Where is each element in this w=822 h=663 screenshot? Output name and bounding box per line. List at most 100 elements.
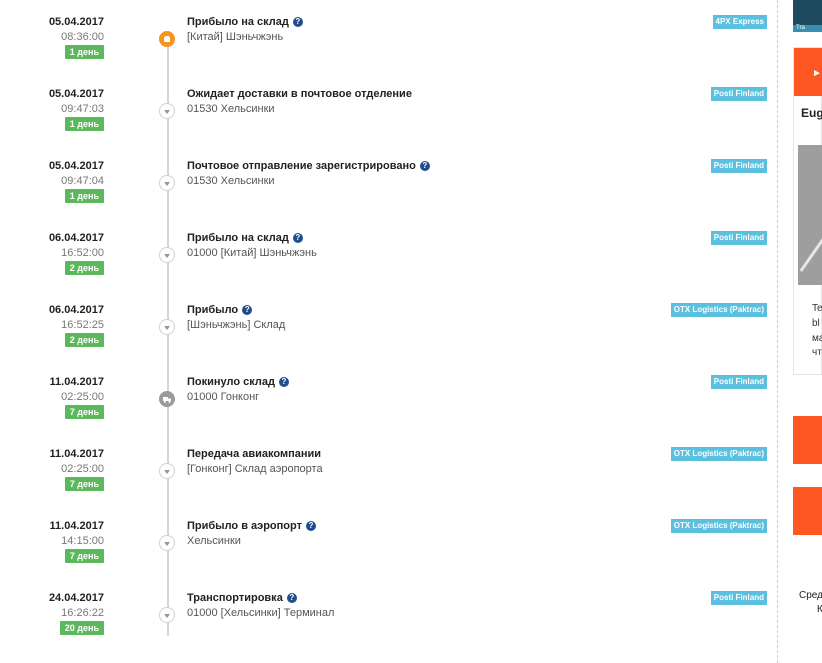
- tracking-event: 11.04.2017 02:25:00 7 день Покинуло склад? 0…: [0, 368, 780, 440]
- event-title: Транспортировка?: [187, 592, 297, 604]
- event-title: Прибыло на склад?: [187, 232, 303, 244]
- event-location: 01530 Хельсинки: [187, 103, 275, 115]
- event-location: 01000 Гонконг: [187, 391, 260, 403]
- event-title: Передача авиакомпании: [187, 448, 321, 460]
- sidebar-caption: Сред: [799, 590, 822, 601]
- carrier-badge[interactable]: OTX Logistics (Paktrac): [670, 447, 767, 461]
- days-badge: 1 день: [64, 45, 104, 59]
- event-title: Почтовое отправление зарегистрировано?: [187, 160, 430, 172]
- days-badge: 1 день: [64, 189, 104, 203]
- event-location: [Китай] Шэньчжэнь: [187, 31, 284, 43]
- event-title-text: Ожидает доставки в почтовое отделение: [187, 88, 412, 100]
- carrier-badge[interactable]: Posti Finland: [710, 375, 767, 389]
- sidebar-caption: К: [817, 604, 822, 615]
- tracking-event: 06.04.2017 16:52:00 2 день Прибыло на склад…: [0, 224, 780, 296]
- event-time: 02:25:00: [61, 463, 104, 475]
- carrier-badge[interactable]: OTX Logistics (Paktrac): [670, 303, 767, 317]
- promo-button[interactable]: [793, 416, 822, 464]
- carrier-badge[interactable]: Posti Finland: [710, 231, 767, 245]
- carrier-badge[interactable]: Posti Finland: [710, 591, 767, 605]
- days-badge: 20 день: [59, 621, 104, 635]
- event-location: [Шэньчжэнь] Склад: [187, 319, 286, 331]
- top-banner[interactable]: Tra: [793, 0, 822, 32]
- event-title: Покинуло склад?: [187, 376, 289, 388]
- event-time: 09:47:04: [61, 175, 104, 187]
- event-time: 16:26:22: [61, 607, 104, 619]
- help-icon[interactable]: ?: [419, 161, 430, 171]
- card-name: Eug: [801, 106, 822, 120]
- event-title-text: Почтовое отправление зарегистрировано: [187, 160, 416, 172]
- event-location: 01000 [Китай] Шэньчжэнь: [187, 247, 317, 259]
- event-title-text: Передача авиакомпании: [187, 448, 322, 460]
- arrow-down-icon[interactable]: [159, 247, 175, 263]
- event-date: 05.04.2017: [48, 88, 104, 100]
- tracking-timeline: 05.04.2017 08:36:00 1 день Прибыло на склад…: [0, 0, 780, 663]
- tracking-event: 11.04.2017 02:25:00 7 день Передача авиаком…: [0, 440, 780, 512]
- megaphone-icon: ►: [812, 68, 822, 79]
- event-location: 01530 Хельсинки: [187, 175, 275, 187]
- carrier-badge[interactable]: OTX Logistics (Paktrac): [670, 519, 767, 533]
- arrow-down-icon[interactable]: [159, 175, 175, 191]
- event-time: 09:47:03: [61, 103, 104, 115]
- days-badge: 7 день: [64, 477, 104, 491]
- event-title-text: Прибыло на склад: [187, 232, 289, 244]
- arrow-down-icon[interactable]: [159, 103, 175, 119]
- help-icon[interactable]: ?: [292, 17, 303, 27]
- arrow-down-icon[interactable]: [159, 535, 175, 551]
- event-date: 11.04.2017: [49, 520, 104, 532]
- help-icon[interactable]: ?: [305, 521, 316, 531]
- card-text-line: чт: [812, 347, 822, 358]
- event-title: Ожидает доставки в почтовое отделение: [187, 88, 412, 100]
- card-photo: [798, 145, 822, 285]
- help-icon[interactable]: ?: [286, 593, 297, 603]
- promo-button-secondary[interactable]: [793, 487, 822, 535]
- sidebar-ads: Tra ► Eug Te bl ма чт Сред К: [793, 0, 822, 663]
- event-location: 01000 [Хельсинки] Терминал: [187, 607, 335, 619]
- event-date: 05.04.2017: [48, 160, 104, 172]
- help-icon[interactable]: ?: [242, 305, 253, 315]
- arrow-down-icon[interactable]: [159, 463, 175, 479]
- tracking-event: 05.04.2017 09:47:04 1 день Почтовое отправл…: [0, 152, 780, 224]
- event-title-text: Покинуло склад: [187, 376, 275, 388]
- days-badge: 7 день: [64, 549, 104, 563]
- event-location: [Гонконг] Склад аэропорта: [187, 463, 323, 475]
- help-icon[interactable]: ?: [278, 377, 289, 387]
- event-date: 11.04.2017: [49, 448, 104, 460]
- carrier-badge[interactable]: Posti Finland: [710, 87, 767, 101]
- tracking-event: 05.04.2017 09:47:03 1 день Ожидает доставки…: [0, 80, 780, 152]
- tracking-event: 24.04.2017 16:26:22 20 день Транспортировка…: [0, 584, 780, 656]
- card-text-line: bl: [812, 318, 820, 329]
- card-text-line: Te: [812, 303, 822, 314]
- arrow-down-icon[interactable]: [159, 607, 175, 623]
- event-location: Хельсинки: [187, 535, 241, 547]
- card-text-line: ма: [812, 333, 822, 344]
- event-title-text: Прибыло в аэропорт: [187, 520, 302, 532]
- event-date: 05.04.2017: [48, 16, 104, 28]
- event-time: 16:52:00: [61, 247, 104, 259]
- event-time: 02:25:00: [61, 391, 104, 403]
- event-title-text: Прибыло: [187, 304, 239, 316]
- event-date: 06.04.2017: [48, 304, 104, 316]
- box-icon: [159, 31, 175, 47]
- event-time: 14:15:00: [61, 535, 104, 547]
- help-icon[interactable]: ?: [292, 233, 303, 243]
- event-title: Прибыло?: [187, 304, 253, 316]
- banner-text: Tra: [796, 25, 805, 31]
- days-badge: 7 день: [64, 405, 104, 419]
- profile-ad-card[interactable]: ► Eug Te bl ма чт: [793, 47, 822, 375]
- carrier-badge[interactable]: 4PX Express: [712, 15, 767, 29]
- days-badge: 1 день: [64, 117, 104, 131]
- event-time: 08:36:00: [61, 31, 104, 43]
- column-divider: [777, 0, 778, 663]
- arrow-down-icon[interactable]: [159, 319, 175, 335]
- event-date: 11.04.2017: [49, 376, 104, 388]
- days-badge: 2 день: [64, 333, 104, 347]
- event-date: 06.04.2017: [48, 232, 104, 244]
- days-badge: 2 день: [64, 261, 104, 275]
- carrier-badge[interactable]: Posti Finland: [710, 159, 767, 173]
- event-time: 16:52:25: [61, 319, 104, 331]
- tracking-event: 06.04.2017 16:52:25 2 день Прибыло? [Шэньчжэ…: [0, 296, 780, 368]
- card-header: ►: [794, 48, 822, 96]
- tracking-event: 11.04.2017 14:15:00 7 день Прибыло в аэропо…: [0, 512, 780, 584]
- event-title-text: Прибыло на склад: [187, 16, 289, 28]
